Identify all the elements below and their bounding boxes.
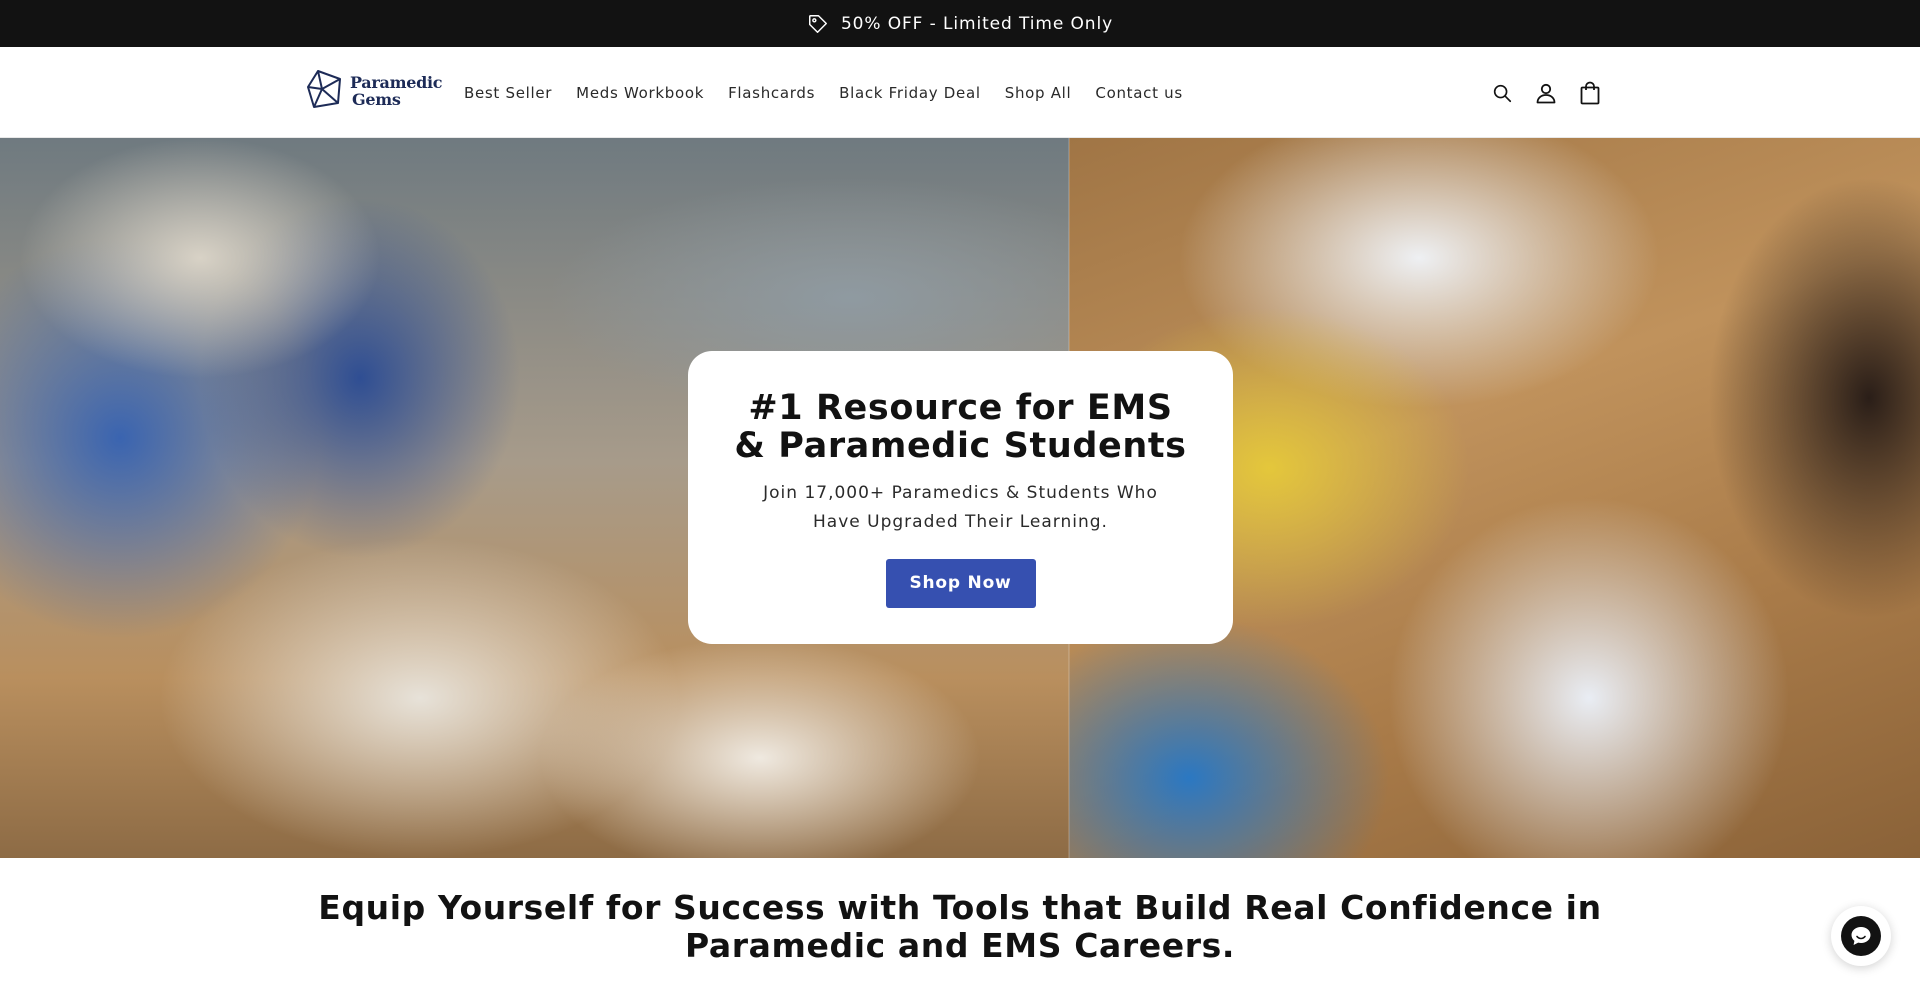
hero-title: #1 Resource for EMS & Paramedic Students — [734, 388, 1187, 466]
main-nav: Best Seller Meds Workbook Flashcards Bla… — [452, 47, 1195, 138]
header-actions — [1488, 47, 1604, 138]
announcement-text: 50% OFF - Limited Time Only — [840, 13, 1114, 34]
site-header: Paramedic Gems Best Seller Meds Workbook… — [0, 47, 1920, 138]
nav-shop-all[interactable]: Shop All — [993, 84, 1084, 102]
nav-meds-workbook[interactable]: Meds Workbook — [564, 84, 716, 102]
chat-icon — [1841, 916, 1881, 956]
section-heading: Equip Yourself for Success with Tools th… — [318, 888, 1602, 965]
site-logo[interactable]: Paramedic Gems — [306, 69, 442, 113]
nav-best-seller[interactable]: Best Seller — [452, 84, 564, 102]
announcement-bar: 50% OFF - Limited Time Only — [0, 0, 1920, 47]
nav-black-friday-deal[interactable]: Black Friday Deal — [827, 84, 993, 102]
hero-subtitle: Join 17,000+ Paramedics & Students Who H… — [763, 483, 1158, 532]
search-icon[interactable] — [1488, 79, 1516, 107]
nav-contact-us[interactable]: Contact us — [1083, 84, 1194, 102]
account-icon[interactable] — [1532, 79, 1560, 107]
logo-wordmark: Paramedic Gems — [350, 73, 443, 109]
chat-widget-button[interactable] — [1831, 906, 1891, 966]
hero-banner: #1 Resource for EMS & Paramedic Students… — [0, 138, 1920, 858]
hero-card: #1 Resource for EMS & Paramedic Students… — [688, 351, 1233, 644]
cart-icon[interactable] — [1576, 79, 1604, 107]
shop-now-button[interactable]: Shop Now — [885, 559, 1036, 608]
gem-logo-icon — [306, 69, 344, 113]
nav-flashcards[interactable]: Flashcards — [716, 84, 827, 102]
tag-icon — [807, 13, 829, 35]
